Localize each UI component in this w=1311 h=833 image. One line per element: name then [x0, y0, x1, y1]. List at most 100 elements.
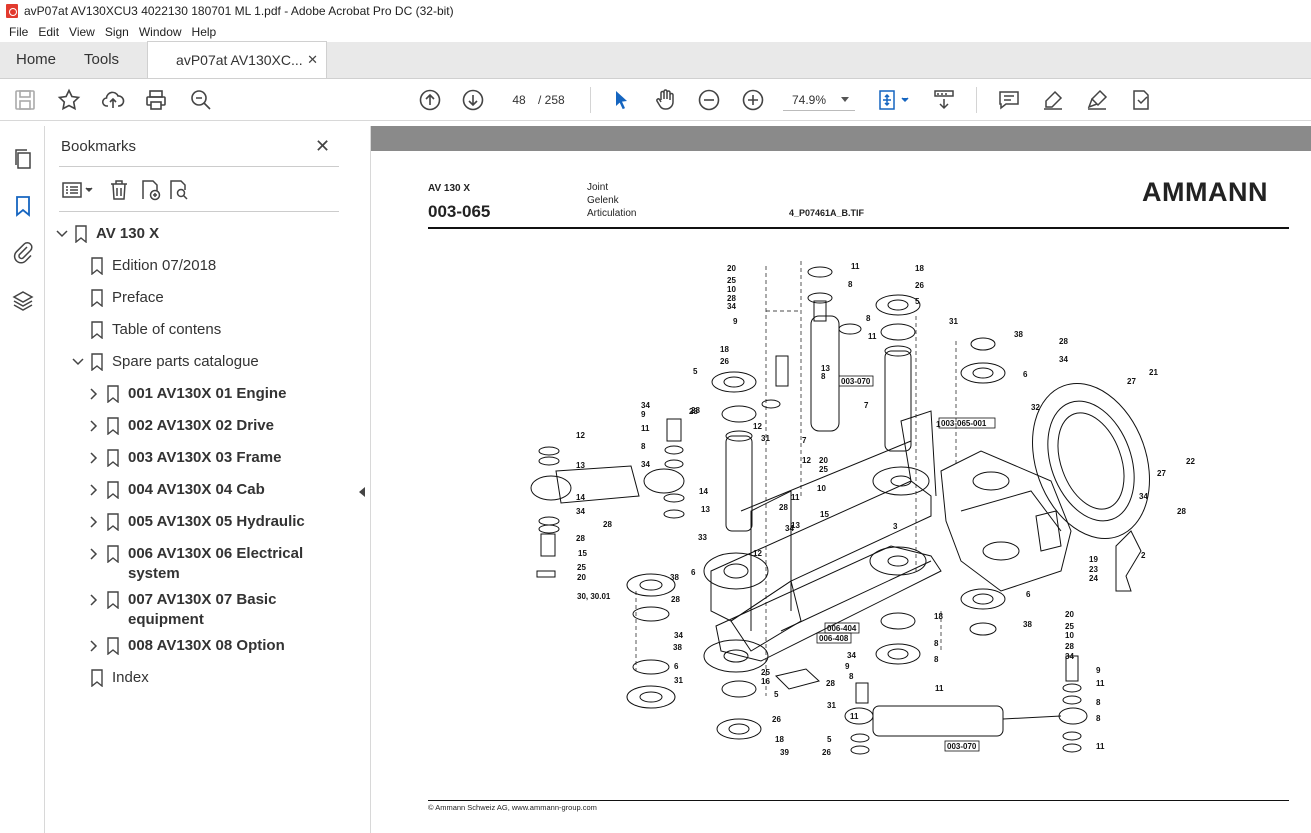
bookmark-item[interactable]: 001 AV130X 01 Engine	[86, 384, 286, 404]
part-number-label: 14	[576, 493, 585, 502]
part-number-label: 27	[1157, 469, 1166, 478]
chevron-right-icon[interactable]	[86, 480, 102, 500]
bookmark-item[interactable]: 003 AV130X 03 Frame	[86, 448, 281, 468]
part-number-label: 6	[691, 568, 696, 577]
attachment-icon[interactable]	[11, 240, 35, 264]
bookmark-item[interactable]: 005 AV130X 05 Hydraulic	[86, 512, 305, 532]
page-thumbnails-icon[interactable]	[11, 147, 35, 171]
part-number-label: 34	[1059, 355, 1068, 364]
part-number-label: 7	[802, 436, 807, 445]
chevron-right-icon[interactable]	[86, 544, 102, 564]
bookmark-panel-icon[interactable]	[11, 194, 35, 218]
bookmark-item[interactable]: 004 AV130X 04 Cab	[86, 480, 265, 500]
menu-file[interactable]: File	[4, 25, 33, 39]
hand-tool-icon[interactable]	[653, 88, 677, 112]
sign-icon[interactable]	[1085, 88, 1109, 112]
part-number-label: 34	[727, 302, 736, 311]
previous-page-icon[interactable]	[418, 88, 442, 112]
zoom-in-icon[interactable]	[741, 88, 765, 112]
bookmark-item[interactable]: AV 130 X	[54, 224, 159, 244]
bookmark-label-line1: 006 AV130X 06 Electrical	[128, 545, 304, 562]
save-icon[interactable]	[13, 88, 37, 112]
part-number-label: 8	[641, 442, 646, 451]
bookmark-item[interactable]: 006 AV130X 06 Electrical system	[86, 544, 303, 584]
tab-home[interactable]: Home	[0, 41, 74, 78]
find-bookmark-icon[interactable]	[166, 178, 190, 202]
document-viewer[interactable]: AV 130 X 003-065 Joint Gelenk Articulati…	[371, 126, 1311, 833]
bookmark-item[interactable]: 002 AV130X 02 Drive	[86, 416, 274, 436]
select-cursor-icon[interactable]	[609, 88, 633, 112]
menu-view[interactable]: View	[64, 25, 100, 39]
part-number-label: 11	[791, 493, 800, 502]
part-number-label: 13	[791, 521, 800, 530]
menu-help[interactable]: Help	[187, 25, 222, 39]
chevron-right-icon[interactable]	[86, 416, 102, 436]
part-number-label: 12	[753, 422, 762, 431]
new-bookmark-icon[interactable]	[138, 178, 162, 202]
layers-icon[interactable]	[11, 289, 35, 313]
bookmark-label-line1: 007 AV130X 07 Basic	[128, 591, 277, 608]
zoom-search-icon[interactable]	[189, 88, 213, 112]
delete-bookmark-icon[interactable]	[107, 178, 131, 202]
chevron-right-icon[interactable]	[86, 512, 102, 532]
part-number-label: 15	[820, 510, 829, 519]
zoom-out-icon[interactable]	[697, 88, 721, 112]
part-number-label: 14	[699, 487, 708, 496]
page-number-input[interactable]	[505, 89, 533, 111]
next-page-icon[interactable]	[461, 88, 485, 112]
bookmark-item[interactable]: 008 AV130X 08 Option	[86, 636, 285, 656]
part-number-label: 11	[850, 712, 859, 721]
close-icon[interactable]: ✕	[315, 136, 330, 157]
upload-cloud-icon[interactable]	[101, 88, 125, 112]
tab-document-label: avP07at AV130XC...	[176, 52, 303, 68]
star-icon[interactable]	[57, 88, 81, 112]
toolbar-divider	[976, 87, 977, 113]
highlight-pen-icon[interactable]	[1041, 88, 1065, 112]
bookmark-item[interactable]: 007 AV130X 07 Basic equipment	[86, 590, 276, 630]
bookmark-item[interactable]: Spare parts catalogue	[70, 352, 259, 372]
zoom-level-select[interactable]: 74.9%	[783, 89, 855, 111]
chevron-down-icon[interactable]	[54, 224, 70, 244]
bookmark-item[interactable]: Preface	[90, 288, 164, 308]
part-number-label: 28	[671, 595, 680, 604]
comment-icon[interactable]	[997, 88, 1021, 112]
part-number-label: 34	[1065, 652, 1074, 661]
bookmark-label: 008 AV130X 08 Option	[128, 637, 285, 654]
reference-label: 006-408	[819, 634, 849, 643]
panel-collapse-handle[interactable]	[353, 126, 371, 833]
tab-close-icon[interactable]: ✕	[307, 52, 318, 68]
chevron-down-icon	[841, 97, 849, 102]
menu-edit[interactable]: Edit	[33, 25, 64, 39]
bookmark-item[interactable]: Index	[90, 668, 149, 688]
part-number-label: 34	[641, 460, 650, 469]
bookmark-item[interactable]: Table of contens	[90, 320, 221, 340]
chevron-right-icon[interactable]	[86, 636, 102, 656]
tab-tools[interactable]: Tools	[74, 41, 147, 78]
bookmark-options-icon[interactable]	[61, 178, 97, 202]
print-icon[interactable]	[144, 88, 168, 112]
menu-sign[interactable]: Sign	[100, 25, 134, 39]
more-tools-icon[interactable]	[1129, 88, 1153, 112]
tab-bar: Home Tools avP07at AV130XC... ✕	[0, 41, 1311, 79]
part-number-label: 33	[698, 533, 707, 542]
part-number-label: 38	[673, 643, 682, 652]
part-number-label: 11	[641, 424, 650, 433]
chevron-right-icon[interactable]	[86, 448, 102, 468]
tab-document[interactable]: avP07at AV130XC... ✕	[147, 41, 328, 78]
chevron-down-icon[interactable]	[70, 352, 86, 372]
fit-page-icon[interactable]	[876, 88, 912, 112]
part-number-label: 18	[775, 735, 784, 744]
part-number-label: 34	[576, 507, 585, 516]
bookmark-label: Table of contens	[112, 321, 222, 338]
part-number-label: 12	[753, 549, 762, 558]
bookmark-label-line2: equipment	[128, 611, 204, 628]
part-number-label: 28	[1177, 507, 1186, 516]
scroll-mode-icon[interactable]	[932, 88, 956, 112]
pdf-app-icon	[6, 4, 18, 18]
chevron-right-icon[interactable]	[86, 384, 102, 404]
part-number-label: 28	[689, 407, 698, 416]
bookmark-item[interactable]: Edition 07/2018	[90, 256, 216, 276]
chevron-right-icon[interactable]	[86, 590, 102, 610]
menu-window[interactable]: Window	[134, 25, 187, 39]
part-number-label: 20	[727, 264, 736, 273]
